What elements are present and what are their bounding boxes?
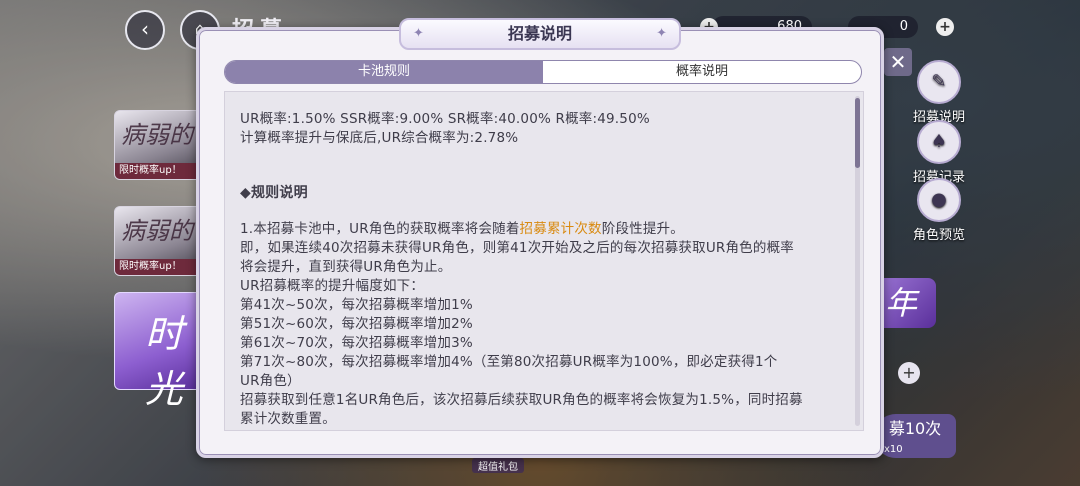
dialog-title: 招募说明 <box>507 24 572 43</box>
dialog-header: ✦ 招募说明 ✦ <box>399 18 681 50</box>
step-1: 第41次~50次，每次招募概率增加1% <box>240 297 473 313</box>
reset-line-b: 累计次数重置。 <box>240 411 336 427</box>
banner-2[interactable]: 病弱的 限时概率up！ <box>114 206 204 276</box>
plus-icon[interactable]: + <box>898 362 920 384</box>
banner-1-tag: 限时概率up！ <box>115 163 203 179</box>
section-title: ◆规则说明 <box>240 185 308 201</box>
sparkle-icon-left: ✦ <box>413 26 424 41</box>
dialog-tabs: 卡池规则 概率说明 <box>224 60 862 84</box>
step-2: 第51次~60次，每次招募概率增加2% <box>240 316 473 332</box>
step-3: 第61次~70次，每次招募概率增加3% <box>240 335 473 351</box>
recruit-10-label: 募10次 <box>888 419 942 438</box>
side-menu-character-preview[interactable]: ● 角色预览 <box>904 178 974 243</box>
rules-text: UR概率:1.50% SSR概率:9.00% SR概率:40.00% R概率:4… <box>240 110 846 429</box>
sparkle-icon-right: ✦ <box>656 26 667 41</box>
step-4-line-a: 第71次~80次，每次招募概率增加4%（至第80次招募UR概率为100%，即必定… <box>240 354 778 370</box>
banner-3[interactable]: 时光 <box>114 292 204 411</box>
banner-1-title: 病弱的 <box>121 121 193 149</box>
rule-2-line-a: 即，如果连续40次招募未获得UR角色，则第41次开始及之后的每次招募获取UR角色… <box>240 240 794 256</box>
tab-pool-rules[interactable]: 卡池规则 <box>225 61 543 83</box>
rule-1-suffix: 阶段性提升。 <box>601 221 684 237</box>
rule-1-prefix: 1.本招募卡池中，UR角色的获取概率将会随着 <box>240 221 520 237</box>
banner-3-title: 时光 <box>145 312 184 411</box>
banner-1[interactable]: 病弱的 限时概率up！ <box>114 110 204 180</box>
side-menu-recruit-info[interactable]: ✎ 招募说明 <box>904 60 974 125</box>
rates-note: 计算概率提升与保底后,UR综合概率为:2.78% <box>240 130 519 146</box>
rule-1: 1.本招募卡池中，UR角色的获取概率将会随着招募累计次数阶段性提升。 <box>240 220 846 239</box>
tab-probability-info[interactable]: 概率说明 <box>543 61 861 83</box>
rule-2-line-b: 将会提升，直到获得UR角色为止。 <box>240 259 452 275</box>
step-4-line-b: UR角色） <box>240 373 301 389</box>
back-arrow-icon: ‹ <box>141 17 149 41</box>
reset-line-a: 招募获取到任意1名UR角色后，该次招募后续获取UR角色的概率将会恢复为1.5%，… <box>240 392 803 408</box>
clipboard-icon: ✎ <box>917 60 961 104</box>
scrollbar-thumb[interactable] <box>855 98 860 168</box>
rules-content-panel[interactable]: UR概率:1.50% SSR概率:9.00% SR概率:40.00% R概率:4… <box>224 91 864 431</box>
rule-3: UR招募概率的提升幅度如下： <box>240 278 425 294</box>
recruit-10-button[interactable]: 募10次 x10 <box>874 414 956 458</box>
recruit-10-cost: x10 <box>884 444 903 455</box>
resource-counter-2-value: 0 <box>899 19 908 34</box>
banner-2-title: 病弱的 <box>121 217 193 245</box>
rule-1-highlight: 招募累计次数 <box>519 221 602 237</box>
side-menu-character-preview-label: 角色预览 <box>912 228 965 243</box>
rates-line: UR概率:1.50% SSR概率:9.00% SR概率:40.00% R概率:4… <box>240 111 650 127</box>
recruit-info-dialog: ✦ 招募说明 ✦ 卡池规则 概率说明 UR概率:1.50% SSR概率:9.00… <box>196 18 884 458</box>
person-icon: ● <box>917 178 961 222</box>
bottom-pack-tag[interactable]: 超值礼包 <box>472 458 524 473</box>
cards-icon: ♠ <box>917 120 961 164</box>
resource-2-add-button[interactable]: + <box>936 18 954 36</box>
banner-2-tag: 限时概率up！ <box>115 259 203 275</box>
back-button[interactable]: ‹ <box>125 10 165 50</box>
side-menu-recruit-log[interactable]: ♠ 招募记录 <box>904 120 974 185</box>
